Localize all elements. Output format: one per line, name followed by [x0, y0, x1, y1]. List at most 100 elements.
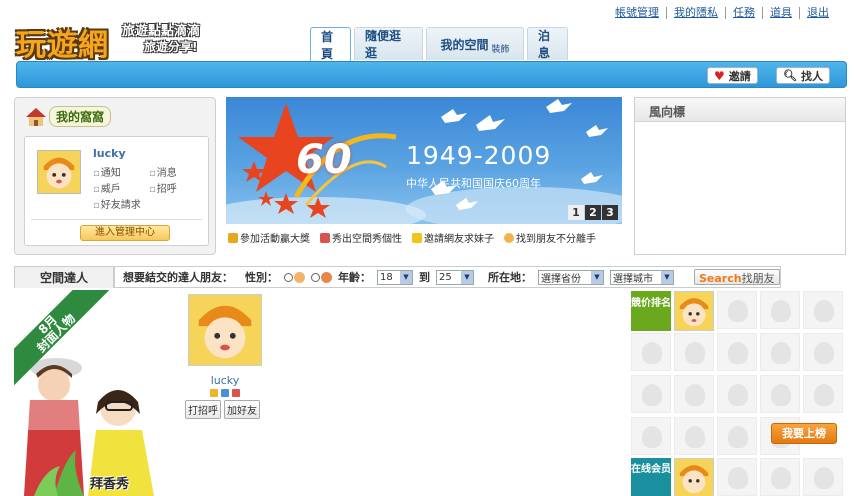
promo-link-space[interactable]: 秀出空間秀個性: [320, 230, 402, 245]
empty-slot[interactable]: [717, 458, 757, 496]
messages-link[interactable]: 消息: [149, 164, 205, 179]
trend-panel: 風向標: [634, 97, 846, 255]
nest-profile-card: lucky 通知 消息 威戶 招呼 好友請求 進入管理中心: [24, 136, 209, 246]
empty-slot[interactable]: [717, 375, 757, 413]
friend-requests-link[interactable]: 好友請求: [93, 196, 149, 211]
gender-male-option[interactable]: [284, 271, 305, 284]
boy-icon: [294, 272, 305, 283]
tab-my-space[interactable]: 我的空間 裝飾: [426, 27, 524, 60]
greetings-link[interactable]: 招呼: [149, 180, 205, 195]
main-tabs: 首頁 隨便逛逛 我的空間 裝飾 泊息: [310, 27, 568, 61]
top-links: 帳號管理 我的隱私 任務 道具 退出: [608, 7, 836, 19]
my-nest-panel: 我的窩窩 lucky 通知 消息 威戶 招呼 好友請求 進入管理中心: [14, 97, 216, 255]
empty-slot[interactable]: [803, 458, 843, 496]
cover-photo: [14, 290, 160, 496]
find-people-button[interactable]: 🔍︎ 找人: [776, 67, 830, 84]
visitors-link[interactable]: 威戶: [93, 180, 149, 195]
gender-label: 性別：: [245, 271, 278, 284]
anniversary-number: 60: [296, 137, 352, 183]
user-status-icons: [185, 389, 265, 397]
empty-slot[interactable]: [803, 375, 843, 413]
gender-female-option[interactable]: [311, 271, 332, 284]
avatar[interactable]: [37, 150, 81, 194]
trend-panel-title: 風向標: [635, 98, 845, 122]
empty-slot[interactable]: [803, 333, 843, 371]
promo-link-invite[interactable]: 邀請網友求妹子: [412, 230, 494, 245]
divider: [31, 219, 202, 220]
site-logo[interactable]: 玩遊網 旅遊點點滴滴 旅遊分享!: [16, 14, 226, 64]
notifications-link[interactable]: 通知: [93, 164, 149, 179]
avatar[interactable]: [188, 294, 262, 366]
ranking-grid: 競价排名 在线会员: [631, 290, 848, 496]
tab-home[interactable]: 首頁: [310, 27, 351, 61]
age-to-select[interactable]: 25 ▼: [436, 269, 474, 285]
join-ranking-button[interactable]: 我要上榜: [771, 423, 837, 444]
flag-icon: [232, 389, 240, 397]
logo-main-text: 玩遊網: [16, 28, 109, 63]
avatar-cartoon: [38, 151, 80, 193]
empty-slot[interactable]: [674, 417, 714, 455]
nest-username[interactable]: lucky: [93, 147, 126, 160]
add-friend-button[interactable]: 加好友: [224, 400, 260, 419]
items-link[interactable]: 道具: [762, 7, 799, 19]
management-center-button[interactable]: 進入管理中心: [80, 225, 170, 241]
chevron-down-icon: ▼: [400, 270, 412, 284]
cover-caption: 拜香秀: [90, 477, 130, 492]
featured-user-card: lucky 打招呼 加好友: [185, 294, 265, 419]
nest-title: 我的窩窩: [25, 106, 112, 127]
online-members-label: 在线会员: [631, 458, 671, 496]
banner-pager: 1 2 3: [568, 205, 618, 220]
logo-tagline-2: 旅遊分享!: [144, 40, 198, 54]
account-settings-link[interactable]: 帳號管理: [608, 7, 666, 19]
envelope-icon: [412, 232, 422, 243]
girl-icon: [321, 272, 332, 283]
search-icon: 🔍︎: [783, 69, 797, 82]
empty-slot[interactable]: [631, 417, 671, 455]
location-label: 所在地：: [488, 271, 532, 284]
invite-button[interactable]: ♥ 邀請: [707, 67, 758, 84]
chevron-down-icon: ▼: [661, 270, 673, 284]
tasks-link[interactable]: 任務: [725, 7, 762, 19]
empty-slot[interactable]: [631, 375, 671, 413]
empty-slot[interactable]: [760, 333, 800, 371]
featured-username[interactable]: lucky: [185, 374, 265, 387]
promo-link-event[interactable]: 參加活動贏大獎: [228, 230, 310, 245]
national-day-banner[interactable]: 60 1949-2009 中华人民共和国国庆60周年 1 2 3: [226, 97, 622, 224]
friend-filter-bar: 想要結交的達人朋友： 性別： 年齡： 18 ▼ 到 25 ▼ 所在地： 選擇省份 ▼ …: [114, 266, 781, 288]
empty-slot[interactable]: [803, 291, 843, 329]
age-from-select[interactable]: 18 ▼: [377, 269, 413, 285]
empty-slot[interactable]: [760, 458, 800, 496]
city-select[interactable]: 選擇城市 ▼: [610, 269, 674, 285]
heart-icon: ♥: [714, 68, 725, 83]
empty-slot[interactable]: [674, 333, 714, 371]
person-icon: [504, 232, 514, 243]
empty-slot[interactable]: [717, 291, 757, 329]
banner-page-1[interactable]: 1: [568, 205, 584, 220]
search-friends-button[interactable]: Search找朋友: [694, 269, 780, 285]
avatar-cartoon: [189, 295, 261, 365]
greet-button[interactable]: 打招呼: [185, 400, 221, 419]
banner-slogan: 中华人民共和国国庆60周年: [406, 177, 541, 190]
province-select[interactable]: 選擇省份 ▼: [538, 269, 604, 285]
gift-icon: [228, 232, 238, 243]
space-masters-tab[interactable]: 空間達人: [14, 266, 114, 288]
banner-page-2[interactable]: 2: [585, 205, 601, 220]
promo-link-friends[interactable]: 找到朋友不分離手: [504, 230, 596, 245]
ranked-user-avatar[interactable]: [674, 291, 714, 331]
online-user-avatar[interactable]: [674, 458, 714, 496]
banner-page-3[interactable]: 3: [602, 205, 618, 220]
filter-prompt: 想要結交的達人朋友：: [123, 271, 233, 284]
tab-browse[interactable]: 隨便逛逛: [354, 27, 423, 60]
empty-slot[interactable]: [717, 333, 757, 371]
empty-slot[interactable]: [717, 417, 757, 455]
empty-slot[interactable]: [631, 333, 671, 371]
chevron-down-icon: ▼: [591, 270, 603, 284]
cover-person-panel[interactable]: 8月 封面人物 拜香秀: [14, 290, 160, 496]
tab-messages[interactable]: 泊息: [527, 27, 568, 60]
logout-link[interactable]: 退出: [799, 7, 836, 19]
empty-slot[interactable]: [760, 291, 800, 329]
empty-slot[interactable]: [674, 375, 714, 413]
empty-slot[interactable]: [760, 375, 800, 413]
privacy-link[interactable]: 我的隱私: [666, 7, 725, 19]
banner-links: 參加活動贏大獎 秀出空間秀個性 邀請網友求妹子 找到朋友不分離手: [228, 230, 622, 245]
